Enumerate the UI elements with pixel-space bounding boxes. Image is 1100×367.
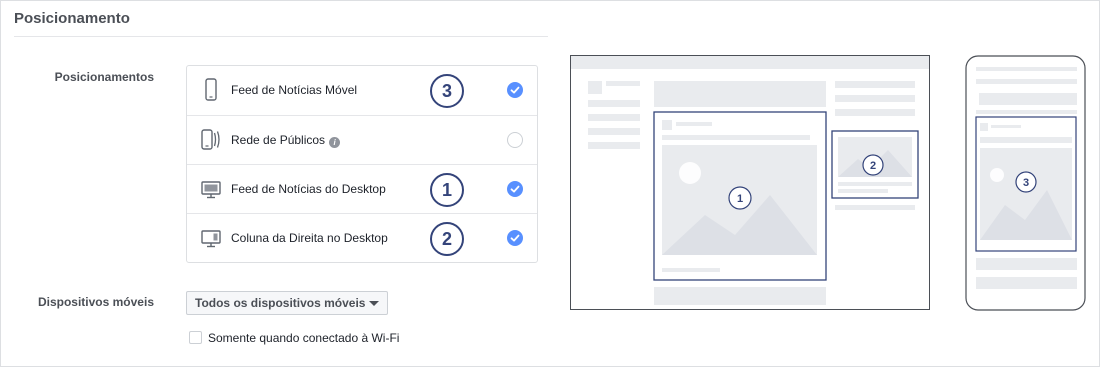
placement-row-desktop-right-column[interactable]: Coluna da Direita no Desktop 2 bbox=[187, 213, 537, 263]
desktop-monitor-icon bbox=[201, 181, 221, 199]
wifi-only-option[interactable]: Somente quando conectado à Wi-Fi bbox=[189, 331, 399, 345]
placement-label-with-info: Rede de Públicos i bbox=[231, 133, 341, 148]
placement-label: Feed de Notícias do Desktop bbox=[231, 182, 386, 196]
caret-down-icon bbox=[369, 301, 380, 306]
wifi-only-checkbox[interactable] bbox=[189, 331, 202, 344]
placement-label: Feed de Notícias Móvel bbox=[231, 83, 358, 97]
placement-checkbox[interactable] bbox=[507, 132, 523, 148]
desktop-marker-1: 1 bbox=[737, 193, 743, 205]
placement-checkbox[interactable] bbox=[507, 181, 523, 197]
mobile-marker-3: 3 bbox=[1023, 177, 1029, 189]
mobile-phone-icon bbox=[205, 78, 217, 101]
mobile-devices-dropdown[interactable]: Todos os dispositivos móveis bbox=[186, 291, 389, 315]
dropdown-selected-value: Todos os dispositivos móveis bbox=[195, 296, 366, 310]
wifi-only-label: Somente quando conectado à Wi-Fi bbox=[208, 331, 400, 345]
placement-label: Rede de Públicos bbox=[231, 133, 326, 147]
audience-network-icon bbox=[201, 129, 220, 150]
placement-row-mobile-feed[interactable]: Feed de Notícias Móvel 3 bbox=[187, 66, 537, 115]
placements-list: Feed de Notícias Móvel 3 Rede de Público… bbox=[186, 65, 538, 263]
placement-checkbox[interactable] bbox=[507, 82, 523, 98]
placement-checkbox[interactable] bbox=[507, 230, 523, 246]
title-divider bbox=[14, 36, 548, 37]
placement-row-audience-network[interactable]: Rede de Públicos i bbox=[187, 115, 537, 165]
placement-panel bbox=[0, 0, 1100, 367]
placement-number-badge: 3 bbox=[430, 74, 464, 108]
checkmark-icon bbox=[510, 86, 520, 94]
mobile-preview: 3 bbox=[965, 55, 1086, 311]
placements-label: Posicionamentos bbox=[54, 70, 154, 84]
checkmark-icon bbox=[510, 234, 520, 242]
checkmark-icon bbox=[510, 185, 520, 193]
placement-label: Coluna da Direita no Desktop bbox=[231, 231, 388, 245]
placement-row-desktop-feed[interactable]: Feed de Notícias do Desktop 1 bbox=[187, 164, 537, 214]
section-title: Posicionamento bbox=[14, 10, 130, 27]
desktop-column-icon bbox=[201, 230, 221, 248]
desktop-preview: 1 2 bbox=[570, 55, 930, 310]
placement-number-badge: 2 bbox=[430, 222, 464, 256]
mobile-devices-label: Dispositivos móveis bbox=[37, 295, 154, 309]
placement-number-badge: 1 bbox=[430, 173, 464, 207]
desktop-marker-2: 2 bbox=[870, 160, 876, 172]
info-icon[interactable]: i bbox=[329, 137, 341, 148]
